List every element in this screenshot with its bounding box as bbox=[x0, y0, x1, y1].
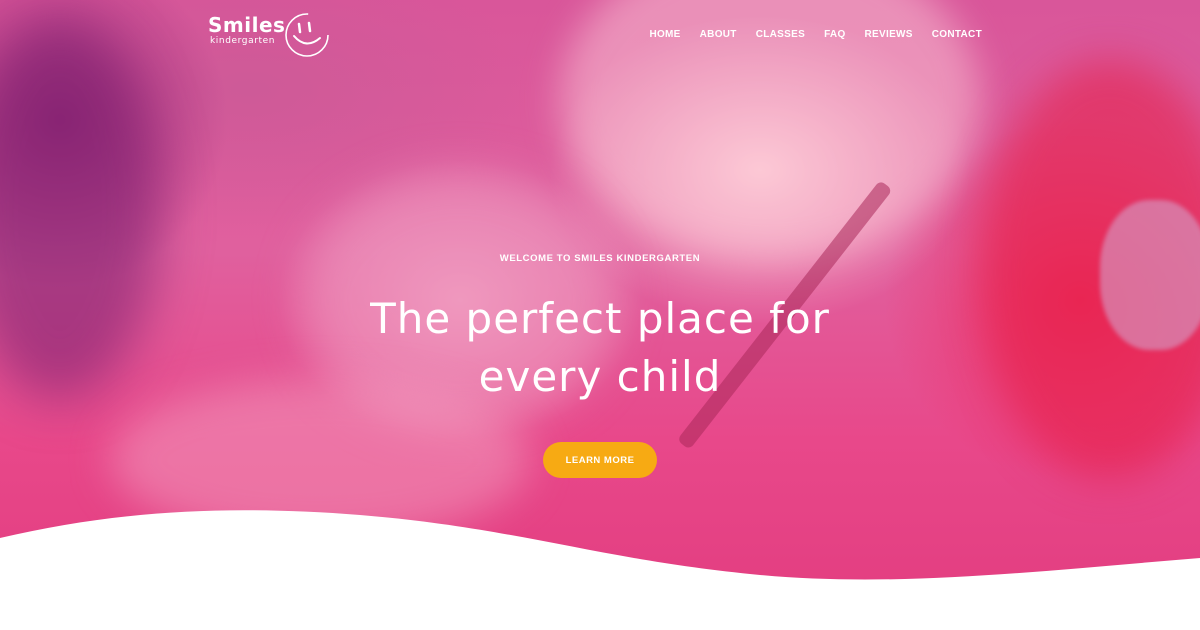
hero-section: Smiles kindergarten HOME ABOUT CLASSES F… bbox=[0, 0, 1200, 630]
learn-more-button[interactable]: LEARN MORE bbox=[543, 442, 657, 478]
hero-headline-line-1: The perfect place for bbox=[370, 294, 830, 343]
nav-item-faq[interactable]: FAQ bbox=[824, 29, 845, 40]
smiley-face-icon bbox=[285, 13, 329, 57]
nav-item-contact[interactable]: CONTACT bbox=[932, 29, 982, 40]
hero-eyebrow: WELCOME TO SMILES KINDERGARTEN bbox=[499, 253, 701, 264]
logo-tagline: kindergarten bbox=[210, 36, 276, 46]
main-nav: HOME ABOUT CLASSES FAQ REVIEWS CONTACT bbox=[649, 29, 982, 40]
wave-divider bbox=[0, 510, 1200, 630]
background-photo-shape bbox=[0, 20, 160, 400]
shirt-print-shape bbox=[1100, 200, 1200, 350]
nav-item-reviews[interactable]: REVIEWS bbox=[865, 29, 913, 40]
nav-item-about[interactable]: ABOUT bbox=[700, 29, 737, 40]
nav-item-home[interactable]: HOME bbox=[649, 29, 680, 40]
nav-item-classes[interactable]: CLASSES bbox=[756, 29, 805, 40]
hero-headline: The perfect place for every child bbox=[300, 290, 900, 406]
hero-headline-line-2: every child bbox=[478, 352, 722, 401]
logo[interactable]: Smiles kindergarten bbox=[208, 13, 329, 57]
logo-wordmark: Smiles bbox=[208, 13, 286, 37]
